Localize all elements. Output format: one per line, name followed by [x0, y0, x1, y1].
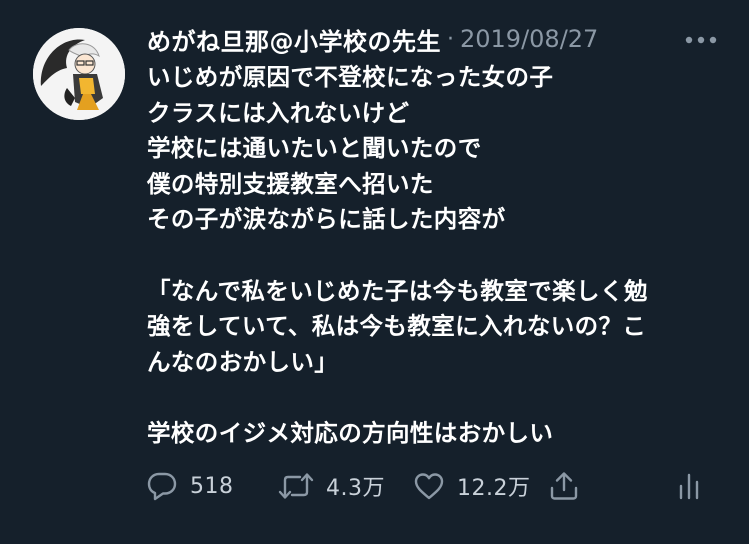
- avatar[interactable]: [33, 28, 125, 120]
- tweet-text-line: 学校には通いたいと聞いたので: [147, 134, 482, 163]
- tweet-text-blank: [147, 238, 717, 274]
- tweet-date[interactable]: 2019/08/27: [460, 25, 598, 53]
- heart-icon[interactable]: [413, 471, 445, 501]
- tweet-text-line: 学校のイジメ対応の方向性はおかしい: [147, 418, 554, 447]
- tweet-text-line: クラスには入れないけど: [147, 98, 410, 127]
- tweet-text-line: 強をしていて、私は今も教室に入れないの？こ: [147, 312, 647, 341]
- display-name[interactable]: めがね旦那@小学校の先生: [147, 22, 441, 57]
- tweet-text-line: その子が涙ながらに話した内容が: [147, 205, 506, 234]
- reply-action[interactable]: 518: [146, 466, 234, 506]
- tweet-header: めがね旦那@小学校の先生 · 2019/08/27: [147, 22, 598, 56]
- tweet: めがね旦那@小学校の先生 · 2019/08/27 いじめが原因で不登校になった…: [0, 0, 749, 544]
- retweet-action[interactable]: 4.3万: [278, 466, 385, 506]
- tweet-text-line: いじめが原因で不登校になった女の子: [147, 63, 554, 91]
- analytics-icon[interactable]: [677, 470, 701, 502]
- avatar-image: [33, 28, 125, 120]
- like-count: 12.2万: [457, 476, 531, 501]
- share-action[interactable]: [548, 466, 580, 506]
- tweet-text: いじめが原因で不登校になった女の子 クラスには入れないけど 学校には通いたいと聞…: [147, 60, 717, 452]
- like-action[interactable]: 12.2万: [413, 466, 531, 506]
- tweet-text-line: 僕の特別支援教室へ招いた: [147, 169, 434, 198]
- retweet-count: 4.3万: [326, 476, 385, 501]
- tweet-text-blank: [147, 380, 717, 416]
- tweet-text-line: んなのおかしい」: [147, 347, 339, 376]
- reply-count: 518: [190, 473, 234, 499]
- header-separator: ·: [447, 26, 454, 52]
- reply-icon[interactable]: [146, 471, 178, 501]
- retweet-icon[interactable]: [278, 472, 314, 500]
- tweet-text-line: 「なんで私をいじめた子は今も教室で楽しく勉: [147, 276, 648, 305]
- analytics-action[interactable]: [677, 466, 701, 506]
- more-dots-icon[interactable]: [683, 26, 719, 54]
- share-icon[interactable]: [548, 470, 580, 502]
